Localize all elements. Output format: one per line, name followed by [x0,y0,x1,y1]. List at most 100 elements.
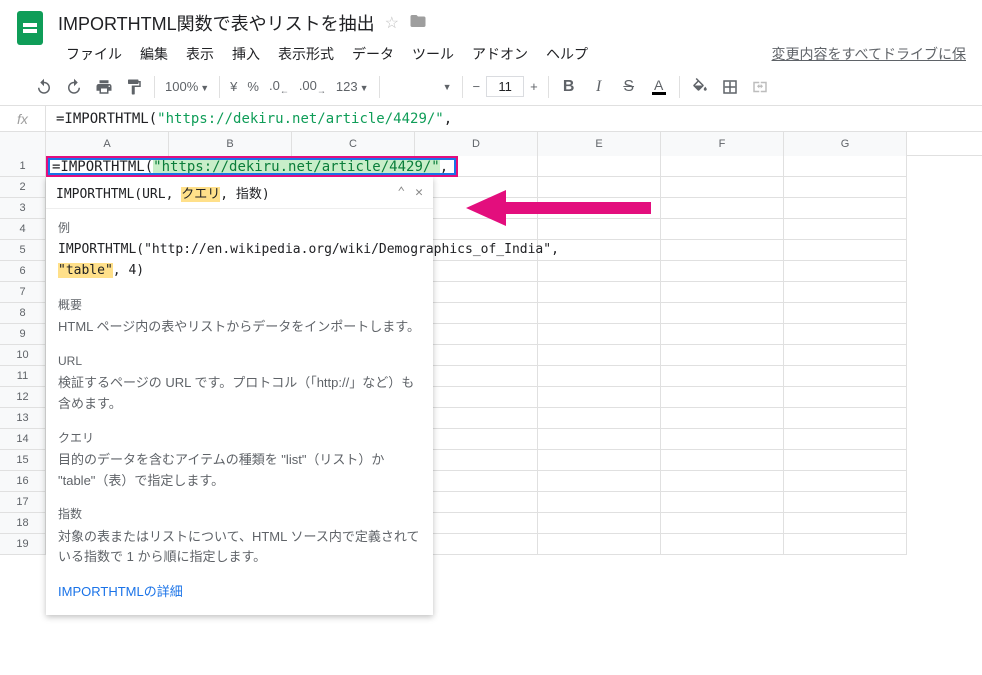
row-header[interactable]: 16 [0,471,46,492]
doc-title[interactable]: IMPORTHTML関数で表やリストを抽出 [58,8,375,38]
cell[interactable] [415,471,538,492]
numformat-dropdown[interactable]: 123▼ [332,79,373,94]
cell[interactable] [784,282,907,303]
cell[interactable] [415,303,538,324]
menu-addons[interactable]: アドオン [464,40,536,68]
cell[interactable] [415,450,538,471]
cell[interactable] [415,219,538,240]
row-header[interactable]: 13 [0,408,46,429]
row-header[interactable]: 11 [0,366,46,387]
currency-button[interactable]: ¥ [226,79,241,94]
cell[interactable] [661,177,784,198]
col-header[interactable]: F [661,132,784,156]
font-size-inc[interactable]: + [526,79,542,94]
star-icon[interactable]: ☆ [385,13,399,33]
cell[interactable] [784,429,907,450]
italic-button[interactable]: I [585,74,613,100]
select-all-corner[interactable] [0,132,46,156]
col-header[interactable]: G [784,132,907,156]
fill-color-button[interactable] [686,74,714,100]
merge-button[interactable] [746,74,774,100]
cell[interactable] [784,513,907,534]
percent-button[interactable]: % [243,79,263,94]
row-header[interactable]: 3 [0,198,46,219]
row-header[interactable]: 15 [0,450,46,471]
cell[interactable] [661,345,784,366]
cell[interactable] [661,408,784,429]
col-header[interactable]: B [169,132,292,156]
cell[interactable] [538,513,661,534]
cell[interactable] [415,177,538,198]
menu-data[interactable]: データ [344,40,402,68]
strikethrough-button[interactable]: S [615,74,643,100]
cell[interactable] [661,303,784,324]
font-size-dec[interactable]: − [469,79,485,94]
cell[interactable] [784,492,907,513]
cell[interactable] [661,471,784,492]
bold-button[interactable]: B [555,74,583,100]
col-header[interactable]: D [415,132,538,156]
cell[interactable] [538,303,661,324]
cell[interactable] [784,240,907,261]
active-cell-editor[interactable]: =IMPORTHTML("https://dekiru.net/article/… [46,156,458,177]
font-size-input[interactable]: 11 [486,76,524,97]
row-header[interactable]: 18 [0,513,46,534]
fx-label[interactable]: fx [0,106,46,131]
cell[interactable] [784,219,907,240]
row-header[interactable]: 9 [0,324,46,345]
cell[interactable] [415,345,538,366]
cell[interactable] [784,324,907,345]
cell[interactable] [661,324,784,345]
row-header[interactable]: 4 [0,219,46,240]
menu-view[interactable]: 表示 [178,40,222,68]
print-button[interactable] [90,74,118,100]
undo-button[interactable] [30,74,58,100]
row-header[interactable]: 7 [0,282,46,303]
cell[interactable] [538,219,661,240]
dec-decimal-button[interactable]: .0← [265,78,293,96]
col-header[interactable]: A [46,132,169,156]
cell[interactable] [661,198,784,219]
row-header[interactable]: 2 [0,177,46,198]
cell[interactable] [415,282,538,303]
sheets-logo[interactable] [10,8,50,48]
row-header[interactable]: 8 [0,303,46,324]
cell[interactable] [538,429,661,450]
close-icon[interactable]: ✕ [415,185,423,200]
cell[interactable] [415,366,538,387]
menu-insert[interactable]: 挿入 [224,40,268,68]
cell[interactable] [784,303,907,324]
cell[interactable] [415,429,538,450]
row-header[interactable]: 12 [0,387,46,408]
cell[interactable] [538,366,661,387]
cell[interactable] [784,408,907,429]
row-header[interactable]: 1 [0,156,46,177]
cell[interactable] [415,324,538,345]
cell[interactable] [538,471,661,492]
cell[interactable] [661,450,784,471]
save-status[interactable]: 変更内容をすべてドライブに保 [772,44,966,64]
cell[interactable] [661,492,784,513]
cell[interactable] [784,450,907,471]
paint-format-button[interactable] [120,74,148,100]
text-color-button[interactable]: A [645,74,673,100]
zoom-dropdown[interactable]: 100%▼ [161,79,213,94]
cell[interactable] [538,324,661,345]
col-header[interactable]: E [538,132,661,156]
cell[interactable] [661,282,784,303]
cell[interactable] [661,534,784,555]
cell[interactable] [661,219,784,240]
cell[interactable] [784,366,907,387]
cell[interactable] [538,345,661,366]
cell[interactable] [538,387,661,408]
cell[interactable] [661,387,784,408]
row-header[interactable]: 17 [0,492,46,513]
cell[interactable] [415,198,538,219]
inc-decimal-button[interactable]: .00→ [295,78,330,96]
row-header[interactable]: 10 [0,345,46,366]
cell[interactable] [784,534,907,555]
cell[interactable] [538,198,661,219]
folder-icon[interactable] [409,12,427,35]
formula-input[interactable]: =IMPORTHTML("https://dekiru.net/article/… [46,111,982,127]
cell[interactable] [538,177,661,198]
